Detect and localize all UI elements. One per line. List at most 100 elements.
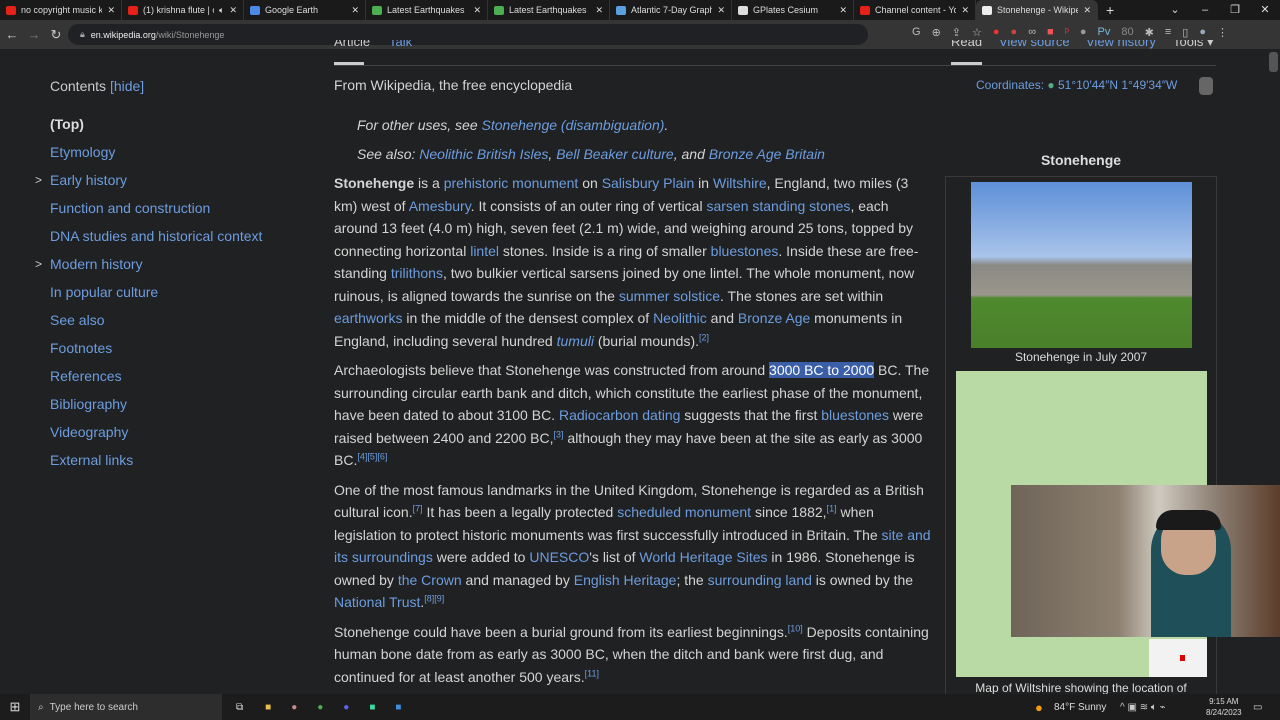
minimize-button[interactable]: – xyxy=(1190,0,1220,20)
toc-item[interactable]: (Top) xyxy=(50,115,310,143)
wiki-link[interactable]: Neolithic xyxy=(653,310,707,326)
audio-icon[interactable]: 🔈︎ xyxy=(219,5,224,16)
wiki-link[interactable]: World Heritage Sites xyxy=(639,549,767,565)
reading-list-icon[interactable]: ≡ xyxy=(1165,26,1171,39)
citation-link[interactable]: [2] xyxy=(699,332,709,342)
stonehenge-photo[interactable] xyxy=(971,182,1192,348)
wiki-link[interactable]: National Trust xyxy=(334,594,420,610)
tools-menu[interactable]: Tools ▾ xyxy=(1173,40,1214,50)
toc-item[interactable]: References xyxy=(50,367,310,395)
close-tab-icon[interactable]: ✕ xyxy=(1083,5,1091,16)
toc-item[interactable]: In popular culture xyxy=(50,283,310,311)
close-tab-icon[interactable]: ✕ xyxy=(717,5,725,16)
notifications-icon[interactable]: ▭ xyxy=(1253,702,1262,713)
new-tab-button[interactable]: + xyxy=(1106,2,1114,18)
browser-tab[interactable]: Google Earth ✕ xyxy=(244,0,366,20)
profile-avatar[interactable]: ● xyxy=(1199,26,1206,39)
toc-item[interactable]: Etymology xyxy=(50,143,310,171)
wiki-link[interactable]: bluestones xyxy=(821,407,889,423)
toc-item[interactable]: DNA studies and historical context xyxy=(50,227,310,255)
windows-start-icon[interactable]: ⊞ xyxy=(0,699,30,715)
citation-link[interactable]: [1] xyxy=(827,503,837,513)
scrollbar-thumb[interactable] xyxy=(1269,52,1278,72)
wiki-link[interactable]: Amesbury xyxy=(409,198,471,214)
chrome-icon[interactable]: ● xyxy=(317,702,323,713)
wiki-link[interactable]: Neolithic British Isles xyxy=(419,146,548,162)
citation-link[interactable]: [7] xyxy=(413,503,423,513)
tab-read[interactable]: Read xyxy=(951,40,982,49)
toc-item[interactable]: Bibliography xyxy=(50,395,310,423)
browser-tab[interactable]: Atlantic 7-Day Graphic ✕ xyxy=(610,0,732,20)
close-tab-icon[interactable]: ✕ xyxy=(473,5,481,16)
extension-icon[interactable]: ● xyxy=(1080,26,1087,39)
reload-icon[interactable]: ↻ xyxy=(45,27,67,43)
wiki-link[interactable]: Radiocarbon dating xyxy=(559,407,680,423)
wiki-link[interactable]: UNESCO xyxy=(529,549,589,565)
toc-item[interactable]: See also xyxy=(50,311,310,339)
citation-link[interactable]: [11] xyxy=(585,668,599,678)
chevron-right-icon[interactable]: > xyxy=(35,171,42,189)
close-tab-icon[interactable]: ✕ xyxy=(961,5,969,16)
system-tray-icons[interactable]: ^ ▣ ≋ 🔈︎ ⌁ xyxy=(1120,702,1166,713)
google-icon[interactable]: G xyxy=(912,26,921,39)
browser-tab[interactable]: Channel content - You ✕ xyxy=(854,0,976,20)
toc-item[interactable]: > Modern history xyxy=(35,255,310,283)
browser-tab[interactable]: Latest Earthquakes ✕ xyxy=(366,0,488,20)
toc-item[interactable]: Videography xyxy=(50,423,310,451)
wiki-link[interactable]: prehistoric monument xyxy=(444,175,579,191)
coordinates-link[interactable]: 51°10′44″N 1°49′34″W xyxy=(1058,78,1177,92)
wiki-link[interactable]: tumuli xyxy=(557,333,594,349)
wiki-link[interactable]: Bronze Age Britain xyxy=(709,146,825,162)
close-tab-icon[interactable]: ✕ xyxy=(351,5,359,16)
wiki-link[interactable]: trilithons xyxy=(391,265,443,281)
extension-icon[interactable]: ∞ xyxy=(1028,26,1036,39)
browser-tab[interactable]: (1) krishna flute | c 🔈︎ ✕ xyxy=(122,0,244,20)
toc-item[interactable]: External links xyxy=(50,451,310,479)
wiki-link[interactable]: English Heritage xyxy=(574,572,677,588)
browser-tab[interactable]: GPlates Cesium ✕ xyxy=(732,0,854,20)
browser-tab[interactable]: Latest Earthquakes ✕ xyxy=(488,0,610,20)
clock[interactable]: 9:15 AM 8/24/2023 xyxy=(1206,696,1242,718)
close-tab-icon[interactable]: ✕ xyxy=(229,5,237,16)
weather-text[interactable]: 84°F Sunny xyxy=(1054,702,1106,713)
side-panel-icon[interactable]: ▯ xyxy=(1182,26,1188,39)
wiki-link[interactable]: surrounding land xyxy=(708,572,812,588)
close-tab-icon[interactable]: ✕ xyxy=(107,5,115,16)
tab-search-button[interactable]: ⌄ xyxy=(1160,0,1190,20)
extension-pv-icon[interactable]: Pv xyxy=(1098,26,1111,39)
extension-icon[interactable]: ● xyxy=(1011,26,1018,39)
wiki-link[interactable]: the Crown xyxy=(398,572,462,588)
task-view-icon[interactable]: ⧉ xyxy=(236,702,243,713)
file-explorer-icon[interactable]: ■ xyxy=(265,702,271,713)
share-icon[interactable]: ⇪ xyxy=(952,26,961,39)
wiki-link[interactable]: Stonehenge (disambiguation) xyxy=(482,117,665,133)
toc-hide-link[interactable]: [hide] xyxy=(110,78,144,94)
app-icon[interactable]: ■ xyxy=(369,702,375,713)
toc-item[interactable]: > Early history xyxy=(35,171,310,199)
close-tab-icon[interactable]: ✕ xyxy=(595,5,603,16)
browser-tab[interactable]: Stonehenge - Wikiped ✕ xyxy=(976,0,1098,20)
citation-link[interactable]: [4][5][6] xyxy=(357,451,387,461)
forward-icon[interactable]: → xyxy=(23,27,45,42)
app-icon[interactable]: ● xyxy=(291,702,297,713)
close-tab-icon[interactable]: ✕ xyxy=(839,5,847,16)
wiki-link[interactable]: scheduled monument xyxy=(617,504,751,520)
extension-icon[interactable]: ● xyxy=(993,26,1000,39)
citation-link[interactable]: [10] xyxy=(788,623,803,633)
wiki-link[interactable]: Salisbury Plain xyxy=(602,175,695,191)
wiki-link[interactable]: sarsen standing stones xyxy=(706,198,850,214)
discord-icon[interactable]: ● xyxy=(343,702,349,713)
wiki-link[interactable]: earthworks xyxy=(334,310,402,326)
wiki-link[interactable]: bluestones xyxy=(711,243,779,259)
restore-button[interactable]: ❐ xyxy=(1220,0,1250,20)
citation-link[interactable]: [8][9] xyxy=(424,593,444,603)
tab-view-history[interactable]: View history xyxy=(1086,40,1156,49)
menu-icon[interactable]: ⋮ xyxy=(1217,26,1228,39)
wiki-link[interactable]: Wiltshire xyxy=(713,175,767,191)
photos-icon[interactable]: ■ xyxy=(395,702,401,713)
extension-icon[interactable]: ■ xyxy=(1047,26,1054,39)
extensions-puzzle-icon[interactable]: ✱ xyxy=(1145,26,1154,39)
browser-tab[interactable]: no copyright music kr ✕ xyxy=(0,0,122,20)
extension-badge[interactable]: 80 xyxy=(1121,26,1133,39)
back-icon[interactable]: ← xyxy=(1,27,23,42)
